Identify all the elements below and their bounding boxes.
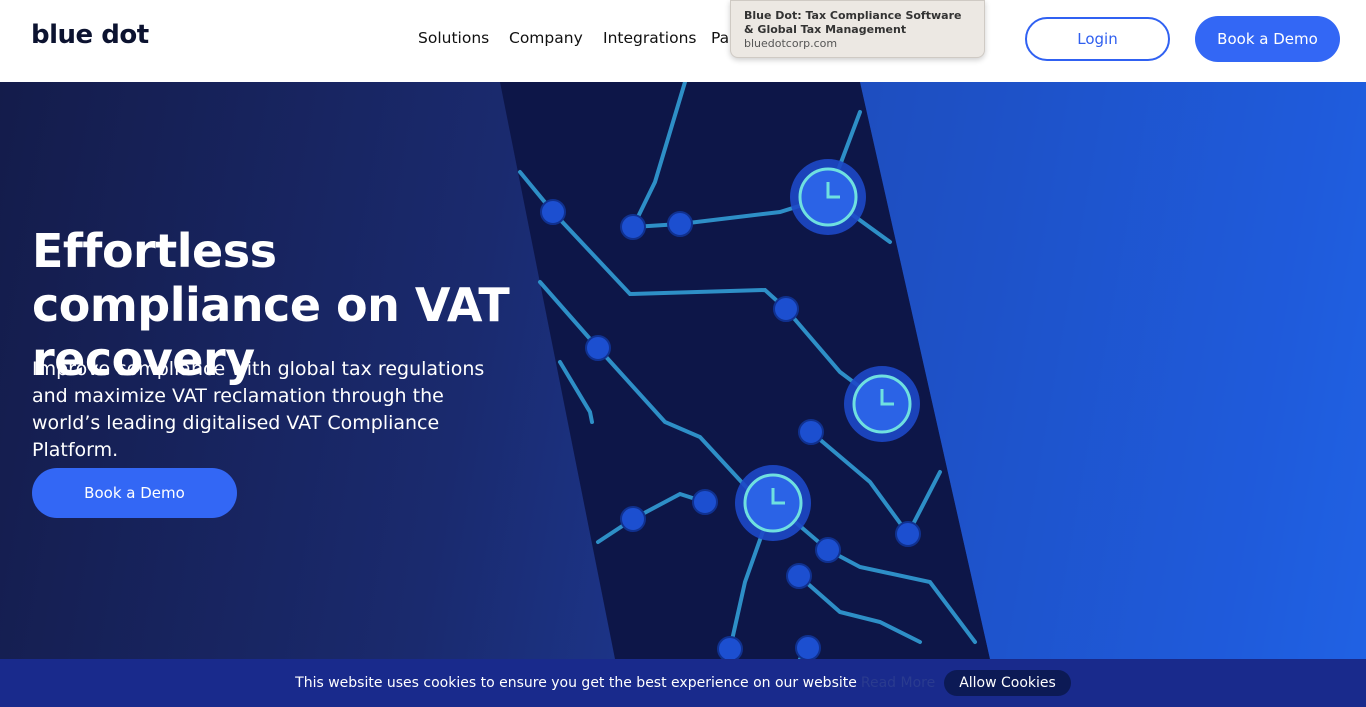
top-navigation-bar: blue dot Solutions Company Integrations … xyxy=(0,0,1366,82)
cookie-banner-text: This website uses cookies to ensure you … xyxy=(295,675,857,691)
clock-icon xyxy=(790,159,866,235)
logo-text: blue dot xyxy=(31,20,149,50)
hero-subtext: Improve compliance with global tax regul… xyxy=(32,358,485,461)
clock-icon xyxy=(735,465,811,541)
nav-company[interactable]: Company xyxy=(509,29,583,47)
hero-section: Effortless compliance on VAT recovery Im… xyxy=(0,82,1366,659)
login-button[interactable]: Login xyxy=(1025,17,1170,61)
allow-cookies-button[interactable]: Allow Cookies xyxy=(944,670,1071,696)
cookie-banner: This website uses cookies to ensure you … xyxy=(0,659,1366,707)
link-preview-tooltip: Blue Dot: Tax Compliance Software & Glob… xyxy=(730,0,985,58)
nav-solutions[interactable]: Solutions xyxy=(418,29,489,47)
cookie-read-more-link[interactable]: Read More xyxy=(861,675,935,691)
nav-integrations[interactable]: Integrations xyxy=(603,29,696,47)
book-demo-hero-button[interactable]: Book a Demo xyxy=(32,468,237,518)
blue-dot-logo[interactable]: blue dot xyxy=(31,20,149,50)
book-demo-header-button[interactable]: Book a Demo xyxy=(1195,16,1340,62)
nav-partners[interactable]: Pa xyxy=(711,29,729,47)
tooltip-title: Blue Dot: Tax Compliance Software & Glob… xyxy=(744,9,962,36)
clock-icon xyxy=(844,366,920,442)
tooltip-url: bluedotcorp.com xyxy=(744,37,838,50)
